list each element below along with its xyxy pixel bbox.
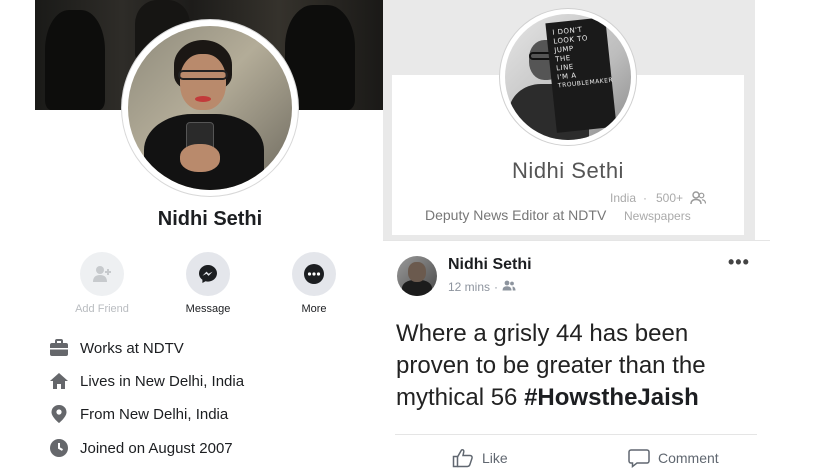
comment-button[interactable]: Comment: [628, 448, 719, 468]
briefcase-icon: [48, 337, 70, 359]
message-button[interactable]: Message: [168, 252, 248, 315]
message-label: Message: [185, 303, 231, 315]
more-label: More: [301, 303, 327, 315]
info-value-lives[interactable]: New Delhi, India: [135, 373, 244, 390]
divider: [395, 434, 757, 435]
info-prefix: Works at: [80, 339, 139, 357]
more-button[interactable]: More: [274, 252, 354, 315]
info-value-work[interactable]: NDTV: [143, 340, 184, 357]
like-label: Like: [482, 450, 508, 466]
messenger-icon: [186, 252, 230, 296]
info-joined-text: Joined on August 2007: [80, 439, 233, 457]
clock-icon: [48, 437, 70, 459]
separator-dot: ·: [643, 191, 647, 205]
profile-name: Nidhi Sethi: [512, 158, 624, 183]
job-title: Deputy News Editor at NDTV: [425, 207, 607, 223]
post-text: Where a grisly 44 has been proven to be …: [396, 318, 756, 414]
category: Newspapers: [624, 209, 691, 223]
info-value-from[interactable]: New Delhi, India: [119, 406, 228, 423]
info-row-work: Works at NDTV: [48, 336, 184, 360]
profile-name: Nidhi Sethi: [157, 208, 263, 230]
post-time[interactable]: 12 mins: [448, 280, 490, 294]
info-row-from: From New Delhi, India: [48, 402, 228, 426]
add-friend-label: Add Friend: [75, 303, 129, 315]
separator-dot: ·: [494, 280, 499, 294]
people-icon: [690, 191, 707, 210]
friends-audience-icon: [502, 280, 516, 294]
left-profile-panel: Nidhi Sethi Add Friend Message More Work…: [0, 0, 383, 468]
add-friend-button[interactable]: Add Friend: [62, 252, 142, 315]
info-row-lives: Lives in New Delhi, India: [48, 369, 244, 393]
more-icon: [292, 252, 336, 296]
info-prefix: Lives in: [80, 372, 131, 390]
add-friend-icon: [80, 252, 124, 296]
location-pin-icon: [48, 403, 70, 425]
info-prefix: From: [80, 405, 115, 423]
hashtag-link[interactable]: #HowstheJaish: [524, 384, 699, 411]
profile-picture[interactable]: [128, 26, 292, 190]
post-author-avatar[interactable]: [397, 256, 437, 296]
comment-label: Comment: [658, 450, 719, 466]
members-count: 500+: [656, 191, 684, 205]
like-button[interactable]: Like: [452, 448, 508, 468]
avatar-book: I DON'T LOOK TO JUMP THE LINE I'M A TROU…: [545, 17, 617, 133]
post-options-button[interactable]: •••: [728, 252, 750, 273]
profile-picture[interactable]: I DON'T LOOK TO JUMP THE LINE I'M A TROU…: [505, 14, 631, 140]
post-meta: 12 mins ·: [448, 280, 516, 294]
like-thumb-icon: [452, 449, 473, 468]
home-icon: [48, 370, 70, 392]
country: India: [610, 191, 637, 205]
comment-bubble-icon: [628, 449, 650, 468]
info-row-joined: Joined on August 2007: [48, 436, 233, 460]
post-author-name[interactable]: Nidhi Sethi: [448, 256, 532, 274]
